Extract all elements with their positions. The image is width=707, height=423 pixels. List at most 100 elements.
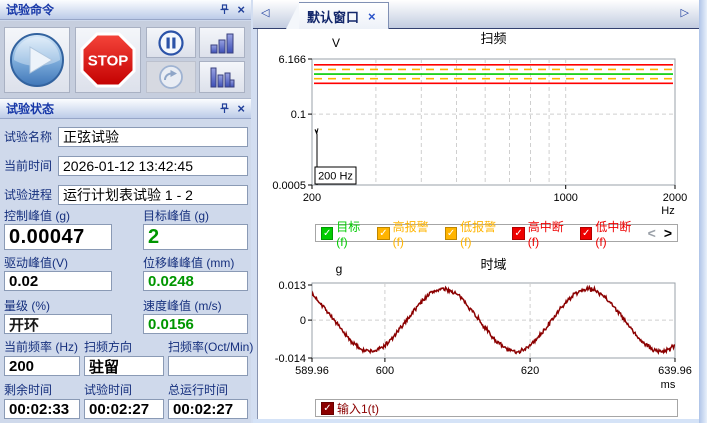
- field-label: 总运行时间: [168, 384, 228, 397]
- drive-peak-field: 0.02: [4, 271, 112, 291]
- legend-checkbox-icon[interactable]: ✓: [321, 227, 333, 240]
- tab-scroll-right-icon[interactable]: ▷: [681, 7, 689, 20]
- sweep-chart-legend: ✓目标(f)✓高报警(f)✓低报警(f)✓高中断(f)✓低中断(f)<>: [315, 224, 678, 242]
- control-peak-field: 0.00047: [4, 224, 112, 250]
- svg-text:589.96: 589.96: [295, 365, 329, 377]
- status-panel-title: 试验状态: [6, 100, 54, 117]
- field-label: 试验名称: [4, 131, 52, 144]
- level-field: 开环: [4, 314, 112, 334]
- status-panel-header: 试验状态 ×: [0, 99, 251, 119]
- bar-chart-histogram-icon: [209, 65, 235, 89]
- field-label: 扫频率(Oct/Min): [168, 341, 253, 354]
- svg-text:0.1: 0.1: [291, 109, 306, 121]
- svg-text:-0.014: -0.014: [275, 353, 306, 365]
- legend-prev-icon[interactable]: <: [648, 225, 656, 241]
- redo-arrow-icon: [157, 63, 185, 91]
- legend-item: ✓ 高中断(f): [512, 218, 572, 249]
- tab-bar: ◁ 默认窗口 × ▷: [253, 0, 699, 29]
- close-icon[interactable]: ×: [237, 103, 245, 114]
- frequency-tooltip: 200 Hz: [315, 167, 356, 184]
- field-label: 速度峰值 (m/s): [143, 300, 222, 313]
- legend-checkbox-icon[interactable]: ✓: [321, 402, 334, 415]
- pause-button[interactable]: [146, 27, 196, 58]
- app-window: 试验命令 ×: [0, 0, 707, 423]
- tab-close-icon[interactable]: ×: [368, 9, 376, 24]
- svg-text:0.013: 0.013: [278, 280, 306, 292]
- svg-text:200 Hz: 200 Hz: [318, 171, 353, 183]
- svg-text:6.166: 6.166: [278, 54, 306, 66]
- legend-checkbox-icon[interactable]: ✓: [512, 227, 524, 240]
- current-frequency-field: 200: [4, 356, 80, 376]
- time-xlabel: ms: [661, 379, 676, 391]
- legend-label: 输入1(t): [337, 400, 379, 417]
- pause-icon: [157, 29, 185, 57]
- legend-item: ✓低中断(f): [580, 218, 640, 249]
- command-buttons-area: STOP: [0, 21, 251, 99]
- svg-text:200: 200: [303, 192, 321, 204]
- legend-next-icon[interactable]: >: [664, 225, 672, 241]
- play-button[interactable]: [4, 27, 70, 93]
- command-panel-header: 试验命令 ×: [0, 0, 251, 20]
- time-title: 时域: [480, 257, 506, 272]
- bar-chart-ascending-icon: [209, 31, 235, 55]
- sweep-direction-field: 驻留: [84, 356, 164, 376]
- legend-label: 低中断(f): [595, 218, 639, 249]
- svg-text:0.0005: 0.0005: [272, 180, 306, 192]
- svg-text:2000: 2000: [663, 192, 687, 204]
- stop-button[interactable]: STOP: [75, 27, 141, 93]
- window-bottom-frame: [253, 419, 699, 423]
- legend-label: 高报警(f): [393, 218, 437, 249]
- legend-item: ✓ 高报警(f): [377, 218, 437, 249]
- total-run-time-field: 00:02:27: [168, 399, 248, 419]
- target-peak-field: 2: [143, 224, 248, 250]
- legend-item: ✓输入1(t): [321, 400, 379, 417]
- field-label: 剩余时间: [4, 384, 52, 397]
- field-label: 试验进程: [4, 189, 52, 202]
- tab-default-window[interactable]: 默认窗口 ×: [299, 2, 389, 29]
- test-time-field: 00:02:27: [84, 399, 164, 419]
- current-time-field: 2026-01-12 13:42:45: [58, 156, 248, 176]
- legend-checkbox-icon[interactable]: ✓: [377, 227, 389, 240]
- sweep-plot-area: [312, 59, 675, 185]
- svg-text:620: 620: [521, 365, 539, 377]
- legend-item: ✓低报警(f): [445, 218, 505, 249]
- tab-scroll-left-icon[interactable]: ◁: [261, 7, 269, 20]
- pin-icon[interactable]: [219, 103, 230, 114]
- resume-button[interactable]: [146, 61, 196, 93]
- sweep-xlabel: Hz: [661, 205, 674, 217]
- displacement-peak-field: 0.0248: [143, 271, 248, 291]
- sweep-rate-field: [168, 356, 248, 376]
- legend-pager: <>: [648, 225, 672, 241]
- window-right-frame: [699, 0, 707, 423]
- close-icon[interactable]: ×: [237, 4, 245, 15]
- test-name-field: 正弦试验: [58, 127, 248, 147]
- svg-text:639.96: 639.96: [658, 365, 692, 377]
- svg-text:0: 0: [300, 315, 306, 327]
- field-label: 试验时间: [84, 384, 132, 397]
- svg-text:1000: 1000: [553, 192, 577, 204]
- legend-label: 目标(f): [336, 218, 369, 249]
- left-dock: 试验命令 ×: [0, 0, 251, 423]
- field-label: 量级 (%): [4, 300, 50, 313]
- command-panel-title: 试验命令: [6, 1, 54, 18]
- sweep-ylabel: V: [332, 36, 340, 50]
- pin-icon[interactable]: [219, 4, 230, 15]
- time-chart-legend: ✓输入1(t): [315, 399, 678, 417]
- svg-text:600: 600: [376, 365, 394, 377]
- tab-label: 默认窗口: [307, 7, 359, 26]
- velocity-peak-field: 0.0156: [143, 314, 248, 334]
- legend-label: 低报警(f): [460, 218, 504, 249]
- legend-checkbox-icon[interactable]: ✓: [445, 227, 457, 240]
- bar-chart-ascending-button[interactable]: [199, 27, 245, 58]
- bar-chart-histogram-button[interactable]: [199, 61, 245, 93]
- legend-item: ✓目标(f): [321, 218, 369, 249]
- chart-panel: 扫频V6.1660.10.000520010002000Hz200 Hz时域g0…: [257, 29, 700, 419]
- field-label: 目标峰值 (g): [143, 210, 209, 223]
- stop-icon: STOP: [79, 31, 137, 89]
- legend-checkbox-icon[interactable]: ✓: [580, 227, 592, 240]
- remaining-time-field: 00:02:33: [4, 399, 80, 419]
- test-progress-field: 运行计划表试验 1 - 2: [58, 185, 248, 205]
- legend-label: 高中断(f): [528, 218, 572, 249]
- play-icon: [8, 31, 66, 89]
- field-label: 当前频率 (Hz): [4, 341, 78, 354]
